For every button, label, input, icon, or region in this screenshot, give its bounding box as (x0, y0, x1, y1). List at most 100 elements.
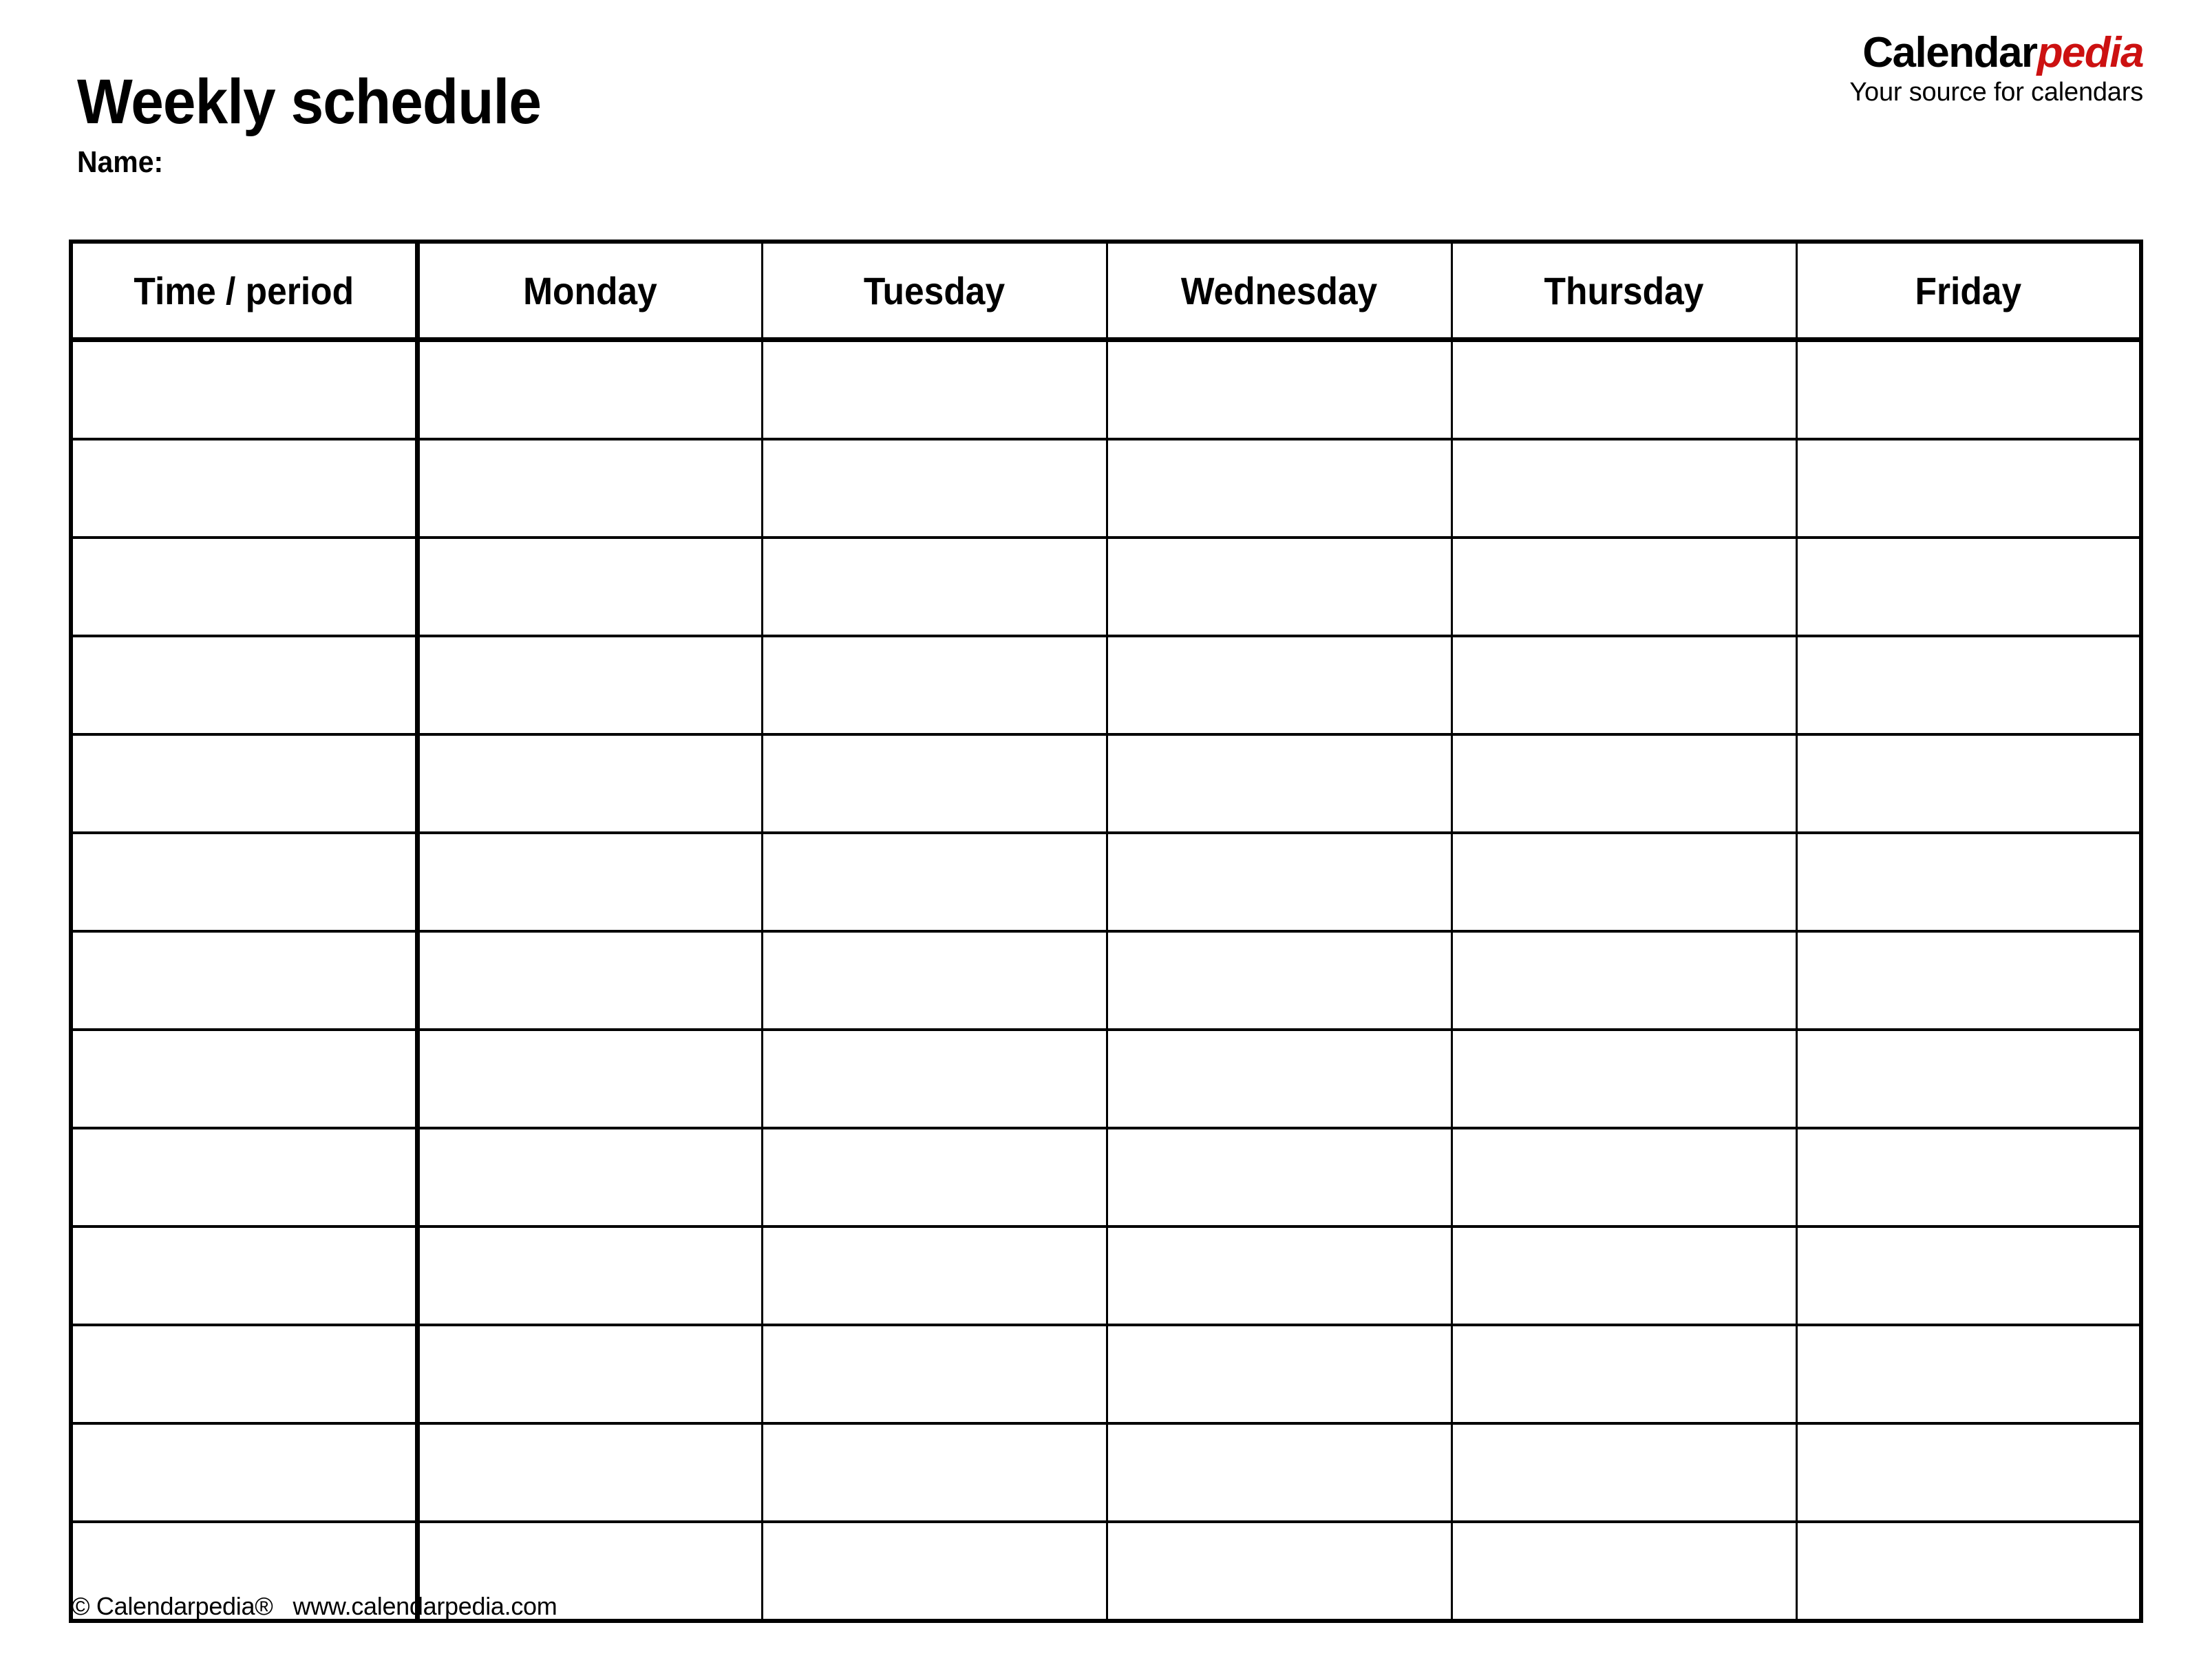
schedule-cell-day[interactable] (1796, 340, 2141, 440)
table-row (71, 1028, 2141, 1128)
schedule-cell-day[interactable] (1451, 438, 1798, 538)
schedule-cell-day[interactable] (1107, 831, 1453, 931)
schedule-cell-day[interactable] (762, 930, 1108, 1030)
schedule-cell-day[interactable] (1107, 733, 1453, 833)
table-row (71, 438, 2141, 538)
schedule-cell-time[interactable] (71, 831, 420, 931)
schedule-cell-day[interactable] (1451, 536, 1798, 636)
brand-wordmark: Calendarpedia (1849, 29, 2144, 76)
schedule-cell-time[interactable] (71, 536, 420, 636)
table-row (71, 1225, 2141, 1325)
schedule-cell-day[interactable] (417, 438, 763, 538)
schedule-cell-time[interactable] (71, 930, 420, 1030)
schedule-cell-day[interactable] (762, 438, 1108, 538)
table-row (71, 930, 2141, 1030)
column-header-tuesday: Tuesday (776, 242, 1094, 342)
schedule-cell-day[interactable] (1796, 635, 2141, 734)
schedule-cell-day[interactable] (762, 733, 1108, 833)
column-header-wednesday: Wednesday (1120, 242, 1439, 342)
schedule-cell-day[interactable] (1796, 831, 2141, 931)
schedule-cell-day[interactable] (1451, 1520, 1798, 1621)
schedule-cell-day[interactable] (1796, 438, 2141, 538)
schedule-cell-day[interactable] (1796, 930, 2141, 1030)
schedule-cell-day[interactable] (1107, 1225, 1453, 1325)
table-row (71, 1324, 2141, 1423)
schedule-cell-time[interactable] (71, 1028, 420, 1128)
schedule-cell-day[interactable] (417, 1324, 763, 1423)
schedule-cell-day[interactable] (1107, 438, 1453, 538)
schedule-cell-day[interactable] (1451, 1225, 1798, 1325)
schedule-cell-day[interactable] (762, 1520, 1108, 1621)
schedule-cell-day[interactable] (1451, 339, 1798, 439)
schedule-cell-day[interactable] (1107, 930, 1453, 1030)
schedule-cell-day[interactable] (1107, 339, 1453, 439)
schedule-cell-day[interactable] (762, 635, 1108, 734)
schedule-cell-day[interactable] (762, 1324, 1108, 1423)
schedule-cell-day[interactable] (417, 733, 763, 833)
schedule-cell-day[interactable] (417, 1127, 763, 1227)
schedule-cell-time[interactable] (71, 339, 420, 439)
schedule-cell-time[interactable] (71, 1422, 420, 1522)
schedule-cell-day[interactable] (1451, 1127, 1798, 1227)
schedule-cell-day[interactable] (1107, 536, 1453, 636)
brand-word-calendar: Calendar (1862, 29, 2038, 76)
schedule-cell-day[interactable] (1107, 1520, 1453, 1621)
schedule-cell-time[interactable] (71, 733, 420, 833)
schedule-cell-day[interactable] (417, 1028, 763, 1128)
schedule-cell-day[interactable] (1451, 1324, 1798, 1423)
schedule-cell-day[interactable] (1796, 1324, 2141, 1423)
schedule-cell-day[interactable] (762, 831, 1108, 931)
schedule-cell-day[interactable] (762, 1225, 1108, 1325)
schedule-cell-time[interactable] (71, 635, 420, 734)
schedule-cell-day[interactable] (417, 339, 763, 439)
schedule-cell-day[interactable] (1796, 733, 2141, 833)
table-row (71, 1127, 2141, 1227)
schedule-cell-day[interactable] (1796, 1422, 2141, 1522)
brand-tagline: Your source for calendars (1849, 78, 2143, 107)
schedule-cell-day[interactable] (1451, 1422, 1798, 1522)
schedule-cell-day[interactable] (1451, 1028, 1798, 1128)
schedule-cell-day[interactable] (762, 1127, 1108, 1227)
schedule-cell-time[interactable] (71, 438, 420, 538)
schedule-cell-day[interactable] (1796, 1225, 2141, 1325)
schedule-cell-day[interactable] (762, 1422, 1108, 1522)
schedule-cell-time[interactable] (71, 1225, 420, 1325)
schedule-cell-time[interactable] (71, 1127, 420, 1227)
schedule-cell-day[interactable] (417, 831, 763, 931)
schedule-cell-day[interactable] (417, 635, 763, 734)
table-row (71, 831, 2141, 931)
column-header-friday: Friday (1810, 242, 2127, 342)
schedule-cell-day[interactable] (1107, 1324, 1453, 1423)
schedule-cell-day[interactable] (1107, 635, 1453, 734)
schedule-cell-day[interactable] (417, 1225, 763, 1325)
schedule-cell-day[interactable] (1796, 1127, 2141, 1227)
schedule-cell-day[interactable] (1796, 536, 2141, 636)
schedule-cell-day[interactable] (762, 1028, 1108, 1128)
schedule-cell-day[interactable] (1451, 930, 1798, 1030)
schedule-body (71, 339, 2141, 1621)
weekly-schedule-table: Time / period Monday Tuesday Wednesday T… (69, 240, 2143, 1623)
schedule-cell-day[interactable] (1107, 1422, 1453, 1522)
column-header-monday: Monday (431, 242, 749, 342)
table-row (71, 733, 2141, 833)
schedule-cell-day[interactable] (762, 339, 1108, 439)
column-header-thursday: Thursday (1465, 242, 1784, 342)
page-title: Weekly schedule (77, 66, 542, 137)
schedule-cell-day[interactable] (1107, 1028, 1453, 1128)
table-row (71, 339, 2141, 440)
schedule-cell-time[interactable] (71, 1324, 420, 1423)
schedule-cell-day[interactable] (1796, 1520, 2141, 1621)
schedule-cell-day[interactable] (1796, 1028, 2141, 1128)
calendarpedia-logo: Calendarpedia Your source for calendars (1849, 29, 2144, 107)
schedule-cell-day[interactable] (417, 536, 763, 636)
schedule-cell-day[interactable] (417, 930, 763, 1030)
schedule-cell-day[interactable] (762, 536, 1108, 636)
schedule-cell-day[interactable] (1451, 635, 1798, 734)
schedule-cell-day[interactable] (1451, 733, 1798, 833)
schedule-cell-day[interactable] (1107, 1127, 1453, 1227)
table-row (71, 635, 2141, 734)
name-field-label: Name: (77, 145, 164, 179)
schedule-cell-day[interactable] (417, 1422, 763, 1522)
table-header-row: Time / period Monday Tuesday Wednesday T… (71, 242, 2141, 342)
schedule-cell-day[interactable] (1451, 831, 1798, 931)
